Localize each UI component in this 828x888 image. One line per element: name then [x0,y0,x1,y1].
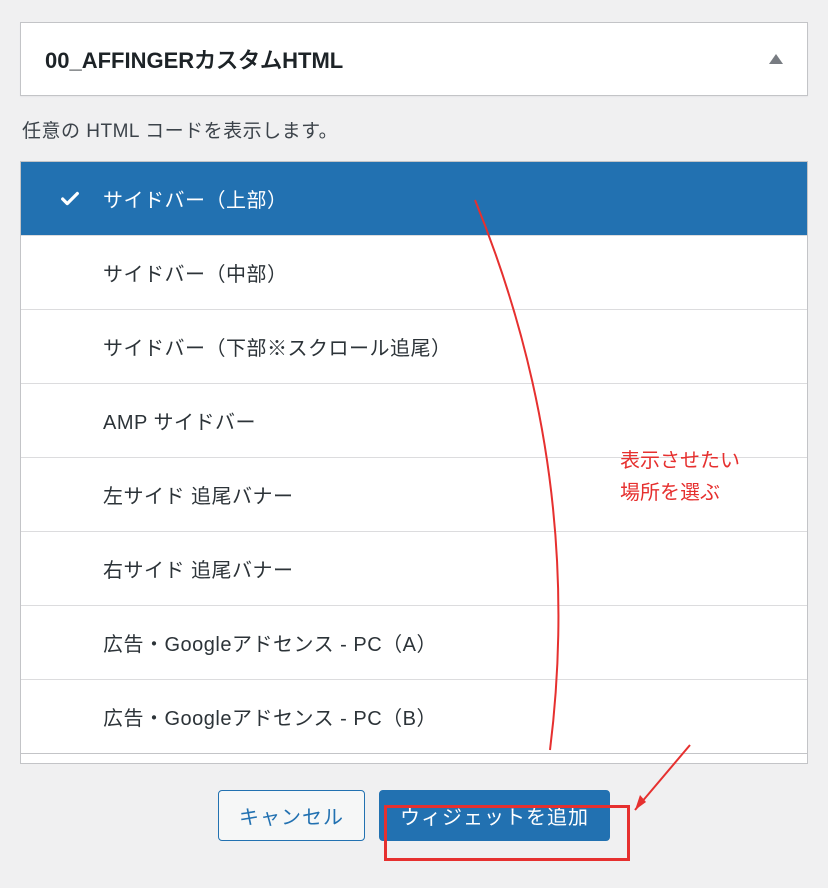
button-row: キャンセル ウィジェットを追加 [20,790,808,841]
widget-header[interactable]: 00_AFFINGERカスタムHTML [20,22,808,96]
location-item-adsense-pc-b[interactable]: 広告・Googleアドセンス - PC（B） [21,680,807,754]
location-label: 広告・Googleアドセンス - PC（A） [103,634,437,656]
location-item-sidebar-bottom[interactable]: サイドバー（下部※スクロール追尾） [21,310,807,384]
list-overflow-indicator [20,754,808,764]
location-item-left-side-banner[interactable]: 左サイド 追尾バナー [21,458,807,532]
widget-title: 00_AFFINGERカスタムHTML [45,43,343,75]
location-label: サイドバー（下部※スクロール追尾） [103,338,452,360]
location-item-right-side-banner[interactable]: 右サイド 追尾バナー [21,532,807,606]
location-label: サイドバー（上部） [103,190,288,212]
location-label: AMP サイドバー [103,412,256,434]
location-label: サイドバー（中部） [103,264,288,286]
location-item-sidebar-top[interactable]: サイドバー（上部） [21,162,807,236]
location-list: サイドバー（上部） サイドバー（中部） サイドバー（下部※スクロール追尾） AM… [20,161,808,754]
add-widget-button[interactable]: ウィジェットを追加 [379,790,610,841]
location-item-sidebar-middle[interactable]: サイドバー（中部） [21,236,807,310]
location-item-amp-sidebar[interactable]: AMP サイドバー [21,384,807,458]
widget-description: 任意の HTML コードを表示します。 [20,96,808,161]
cancel-button[interactable]: キャンセル [218,790,365,841]
location-label: 左サイド 追尾バナー [103,486,294,508]
location-label: 右サイド 追尾バナー [103,560,294,582]
location-item-adsense-pc-a[interactable]: 広告・Googleアドセンス - PC（A） [21,606,807,680]
chevron-up-icon [769,54,783,64]
check-icon [59,188,81,210]
location-label: 広告・Googleアドセンス - PC（B） [103,708,437,730]
